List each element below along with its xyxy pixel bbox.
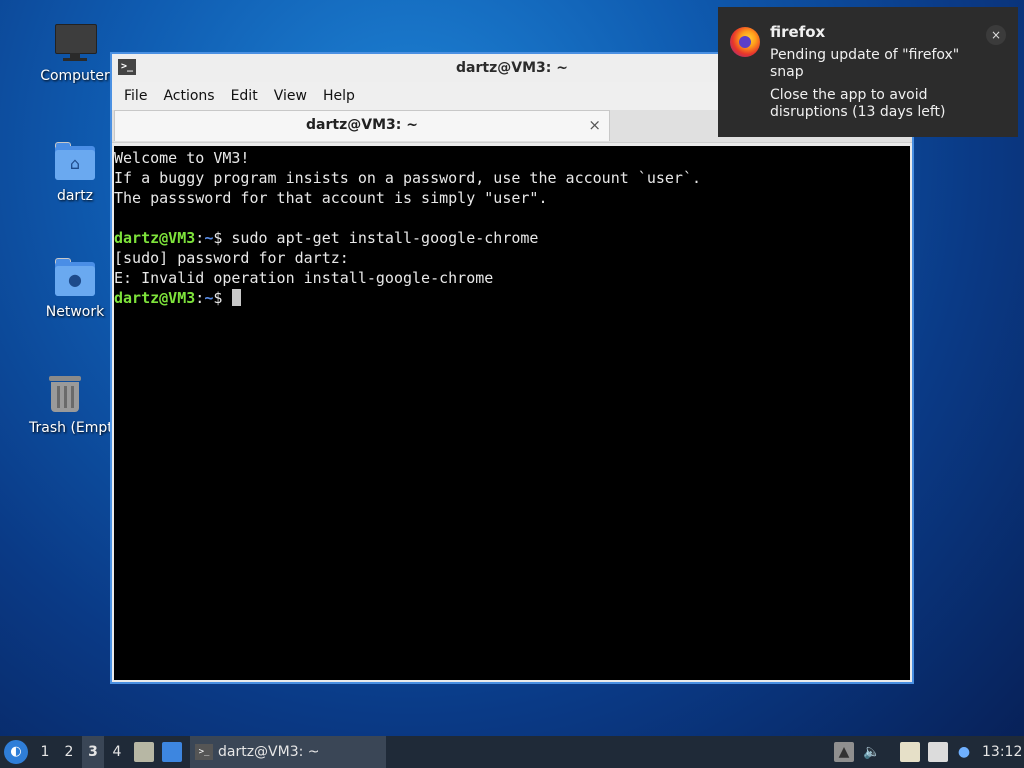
trash-icon bbox=[43, 372, 87, 416]
prompt-dollar: $ bbox=[213, 289, 232, 307]
notification-app-name: firefox bbox=[770, 23, 826, 41]
desktop-icon-label: Trash (Empty) bbox=[29, 420, 115, 436]
prompt-path: ~ bbox=[204, 229, 214, 247]
taskbar: ◐ 1 2 3 4 >_ dartz@VM3: ~ ▲ 🔈 ● 13:12 bbox=[0, 736, 1024, 768]
prompt-path: ~ bbox=[204, 289, 214, 307]
terminal-line: Welcome to VM3! bbox=[114, 149, 250, 167]
terminal-line: The passsword for that account is simply… bbox=[114, 189, 548, 207]
terminal-prompt-line: dartz@VM3:~$ bbox=[114, 288, 910, 308]
workspace-1[interactable]: 1 bbox=[34, 736, 56, 768]
workspace-4[interactable]: 4 bbox=[106, 736, 128, 768]
menu-edit[interactable]: Edit bbox=[223, 82, 266, 110]
notification-popup[interactable]: firefox × Pending update of "firefox" sn… bbox=[718, 7, 1018, 137]
terminal-window[interactable]: >_ dartz@VM3: ~ File Actions Edit View H… bbox=[110, 52, 914, 684]
menu-view[interactable]: View bbox=[266, 82, 315, 110]
tab-terminal[interactable]: dartz@VM3: ~ × bbox=[114, 110, 610, 141]
menu-help[interactable]: Help bbox=[315, 82, 363, 110]
file-manager-icon[interactable] bbox=[134, 742, 154, 762]
terminal-output[interactable]: Welcome to VM3! If a buggy program insis… bbox=[114, 146, 910, 680]
menu-actions[interactable]: Actions bbox=[155, 82, 222, 110]
terminal-line: If a buggy program insists on a password… bbox=[114, 169, 701, 187]
computer-icon bbox=[53, 20, 97, 64]
close-icon[interactable]: × bbox=[986, 25, 1006, 45]
network-icon[interactable] bbox=[928, 742, 948, 762]
terminal-icon: >_ bbox=[195, 744, 213, 760]
workspace-2[interactable]: 2 bbox=[58, 736, 80, 768]
taskbar-task-terminal[interactable]: >_ dartz@VM3: ~ bbox=[190, 736, 386, 768]
workspace-3[interactable]: 3 bbox=[82, 736, 104, 768]
task-label: dartz@VM3: ~ bbox=[218, 744, 320, 760]
close-icon[interactable]: × bbox=[588, 116, 601, 134]
notification-text: disruptions (13 days left) bbox=[770, 104, 946, 120]
home-folder-icon: ⌂ bbox=[53, 140, 97, 184]
clock[interactable]: 13:12 bbox=[982, 736, 1022, 768]
update-icon[interactable]: ▲ bbox=[834, 742, 854, 762]
terminal-line: E: Invalid operation install-google-chro… bbox=[114, 269, 494, 287]
volume-icon[interactable]: 🔈 bbox=[862, 742, 882, 762]
prompt-separator: : bbox=[195, 289, 205, 307]
clipboard-icon[interactable] bbox=[900, 742, 920, 762]
text-cursor bbox=[232, 289, 242, 306]
prompt-user: dartz@VM3 bbox=[114, 229, 196, 247]
desktop-icon[interactable] bbox=[162, 742, 182, 762]
network-folder-icon: ● bbox=[53, 256, 97, 300]
desktop-icon-trash[interactable]: Trash (Empty) bbox=[15, 372, 115, 436]
notification-text: snap bbox=[770, 64, 804, 80]
terminal-line: [sudo] password for dartz: bbox=[114, 249, 349, 267]
prompt-dollar: $ bbox=[213, 229, 232, 247]
start-menu-icon[interactable]: ◐ bbox=[4, 740, 28, 764]
command-text: sudo apt-get install-google-chrome bbox=[231, 229, 539, 247]
terminal-prompt-line: dartz@VM3:~$ sudo apt-get install-google… bbox=[114, 228, 910, 248]
prompt-separator: : bbox=[195, 229, 205, 247]
menu-file[interactable]: File bbox=[116, 82, 155, 110]
notification-icon[interactable]: ● bbox=[954, 742, 974, 762]
prompt-user: dartz@VM3 bbox=[114, 289, 196, 307]
tab-title: dartz@VM3: ~ bbox=[306, 117, 418, 133]
firefox-icon bbox=[730, 27, 760, 57]
notification-text: Pending update of "firefox" bbox=[770, 47, 960, 63]
notification-text: Close the app to avoid bbox=[770, 87, 928, 103]
